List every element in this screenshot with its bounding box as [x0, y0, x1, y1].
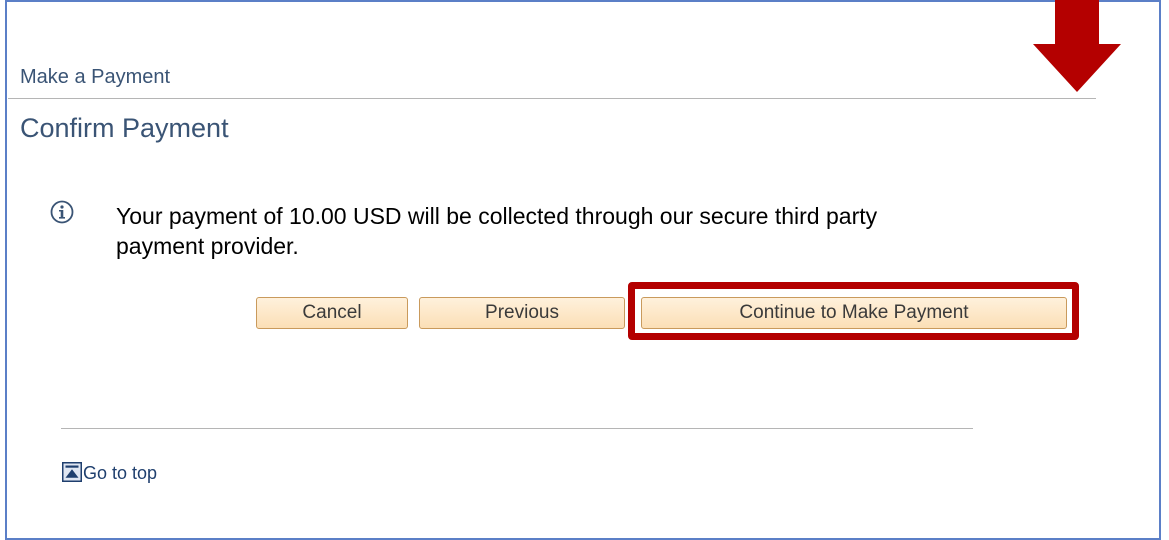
footer-divider	[61, 428, 973, 429]
arrow-down-icon	[1033, 0, 1121, 92]
info-icon	[50, 200, 74, 224]
header-divider	[8, 98, 1096, 99]
section-header: Make a Payment	[20, 66, 171, 88]
go-to-top-icon	[62, 461, 82, 482]
payment-info-message: Your payment of 10.00 USD will be collec…	[116, 203, 878, 259]
previous-button[interactable]: Previous	[419, 297, 625, 329]
go-to-top-label: Go to top	[83, 463, 158, 483]
content-frame-top-border	[5, 0, 1161, 3]
cancel-button[interactable]: Cancel	[256, 297, 408, 329]
continue-to-make-payment-button[interactable]: Continue to Make Payment	[641, 297, 1067, 329]
go-to-top-link[interactable]: Go to top	[62, 461, 158, 484]
content-frame	[5, 0, 1161, 540]
page-title: Confirm Payment	[20, 113, 229, 143]
